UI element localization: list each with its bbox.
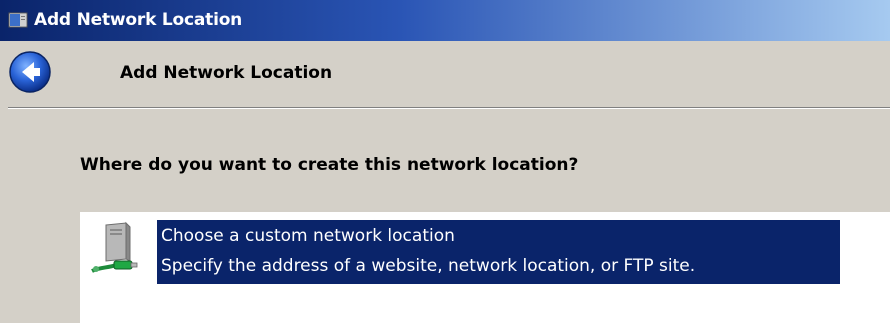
back-arrow-icon[interactable] (8, 50, 52, 94)
wizard-title: Add Network Location (120, 63, 333, 83)
option-description: Specify the address of a website, networ… (161, 256, 696, 276)
add-network-location-window: Add Network Location Add Network Locatio… (0, 0, 890, 323)
network-location-icon (91, 221, 138, 273)
title-bar[interactable]: Add Network Location (0, 0, 890, 41)
option-title: Choose a custom network location (161, 226, 455, 246)
page-question: Where do you want to create this network… (80, 155, 579, 175)
window-title: Add Network Location (34, 10, 243, 30)
window-app-icon (8, 12, 28, 28)
